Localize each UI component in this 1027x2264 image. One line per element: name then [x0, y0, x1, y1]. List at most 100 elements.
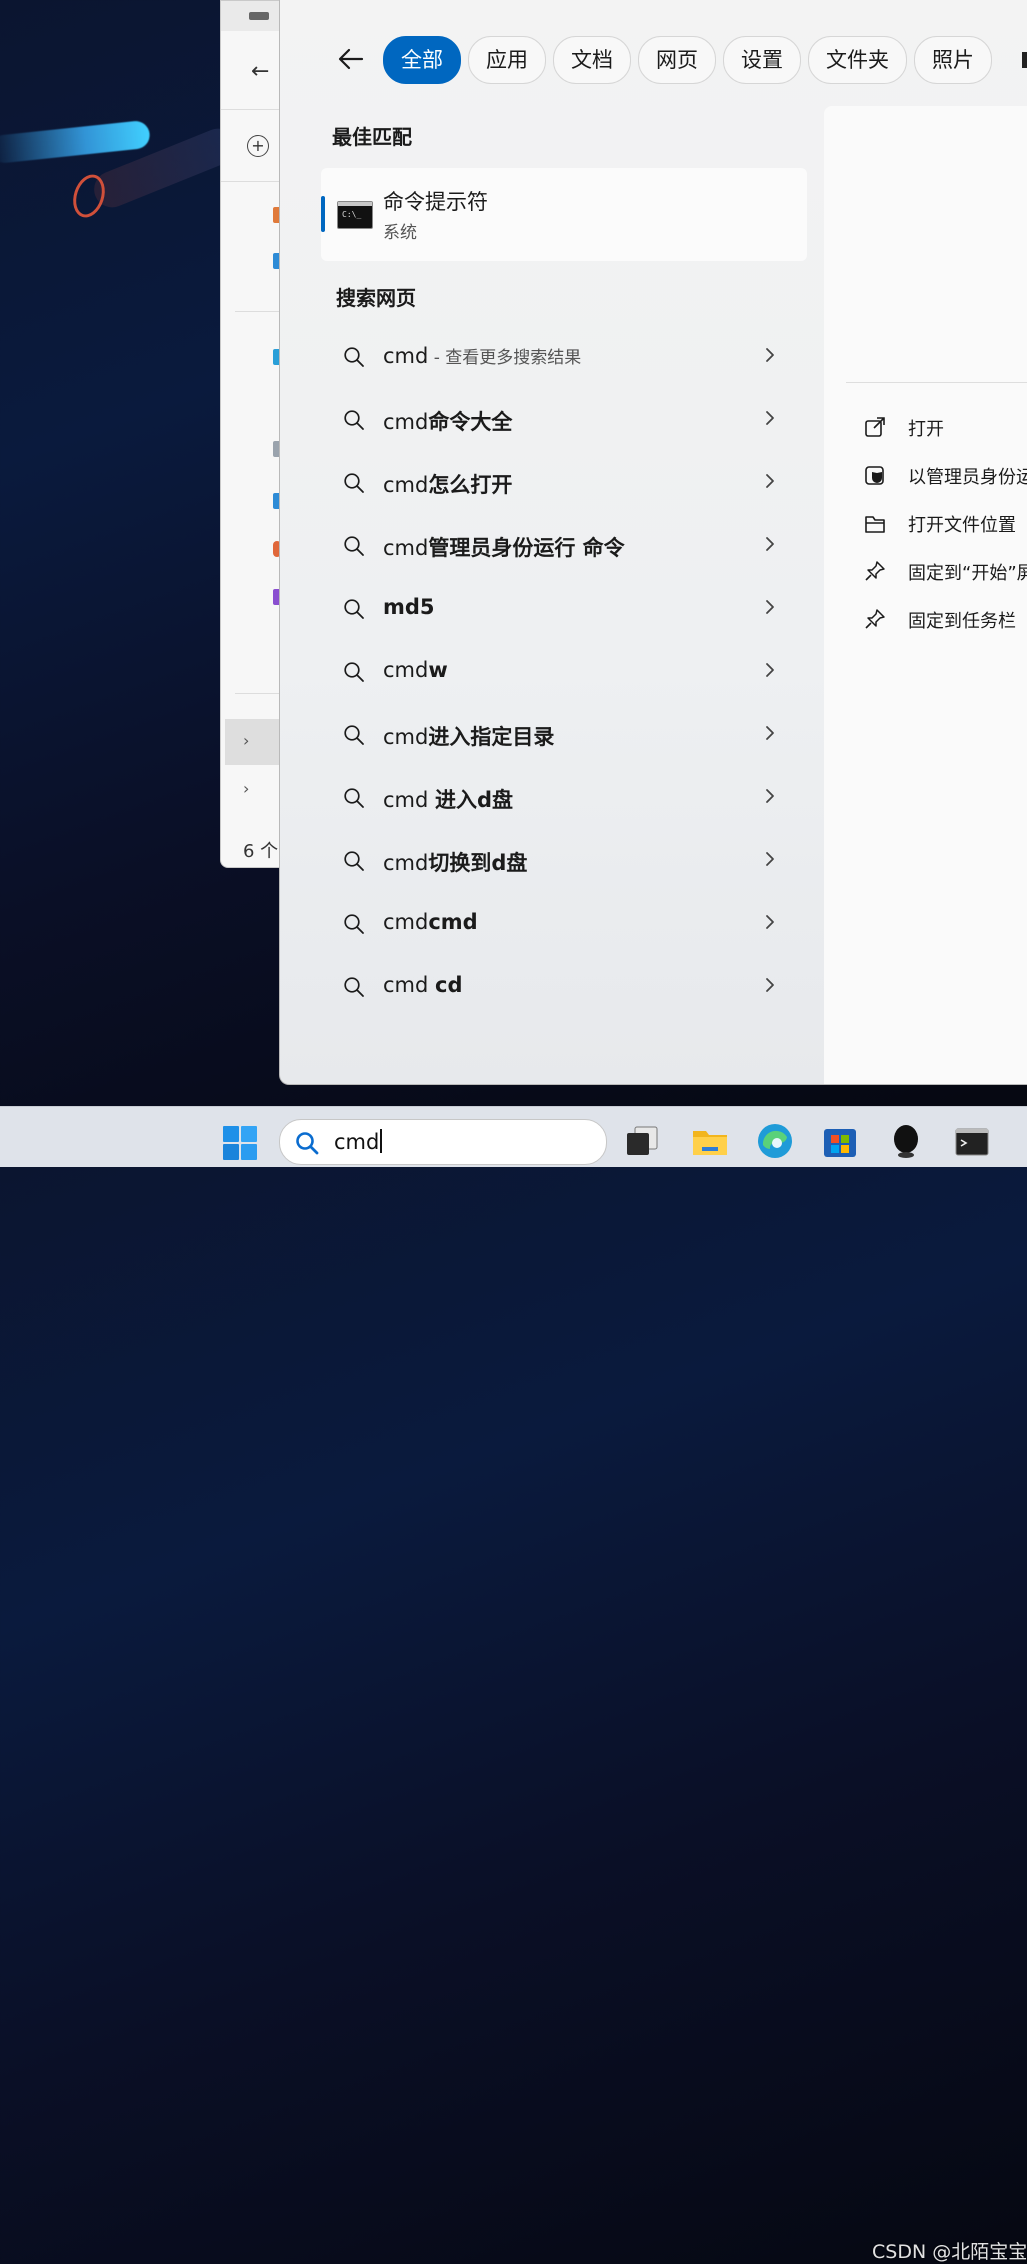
tab-folders[interactable]: 文件夹 [808, 36, 907, 84]
chevron-right-icon[interactable] [763, 723, 777, 743]
web-search-result[interactable]: cmd进入指定目录 [321, 703, 807, 766]
chevron-right-icon[interactable] [763, 912, 777, 932]
result-hint: - 查看更多搜索结果 [428, 348, 582, 368]
tab-documents[interactable]: 文档 [553, 36, 631, 84]
action-item[interactable]: 固定到任务栏 [864, 604, 1027, 634]
search-icon [344, 725, 364, 745]
result-text: cmd命令大全 [383, 406, 512, 436]
microsoft-store-icon[interactable] [820, 1121, 860, 1161]
chevron-right-icon[interactable] [763, 408, 777, 428]
command-prompt-icon: C:\_ [337, 201, 373, 229]
back-arrow-icon[interactable] [336, 44, 366, 74]
result-suggestion: 怎么打开 [428, 473, 513, 497]
search-icon [344, 662, 364, 682]
tab-settings[interactable]: 设置 [723, 36, 801, 84]
admin-shield-icon [865, 466, 884, 485]
chevron-right-icon[interactable] [763, 597, 777, 617]
result-text: cmdcmd [383, 910, 478, 934]
open-external-icon [865, 417, 885, 437]
web-search-result[interactable]: cmd 进入d盘 [321, 766, 807, 829]
action-label: 打开文件位置 [908, 515, 1016, 536]
result-text: cmd 进入d盘 [383, 784, 513, 814]
result-text: cmd切换到d盘 [383, 847, 527, 877]
web-search-result[interactable]: cmd怎么打开 [321, 451, 807, 514]
result-query: cmd [383, 473, 429, 497]
action-item[interactable]: 打开文件位置 [864, 508, 1027, 538]
explorer-new-button[interactable]: + [247, 135, 269, 157]
web-search-result[interactable]: cmdcmd [321, 892, 807, 955]
search-icon [344, 977, 364, 997]
start-search-panel: 全部 应用 文档 网页 设置 文件夹 照片 最佳匹配 C:\_ 命令提示符 系统… [279, 0, 1027, 1085]
result-suggestion: 进入指定目录 [428, 725, 555, 749]
folder-icon [865, 516, 885, 533]
search-icon [296, 1132, 319, 1155]
pin-icon [865, 609, 885, 629]
taskbar-search-input[interactable]: cmd [279, 1119, 607, 1165]
command-prompt-taskbar-icon[interactable] [952, 1121, 992, 1161]
file-explorer-icon[interactable] [690, 1121, 730, 1161]
filter-tabs: 全部 应用 文档 网页 设置 文件夹 照片 [383, 36, 992, 84]
search-icon [344, 851, 364, 871]
best-match-heading: 最佳匹配 [332, 125, 412, 149]
search-query-text: cmd [334, 1130, 380, 1154]
result-suggestion: 命令大全 [428, 410, 513, 434]
action-item[interactable]: 固定到“开始”屏 [864, 556, 1027, 586]
result-text: cmd - 查看更多搜索结果 [383, 343, 581, 368]
tab-web[interactable]: 网页 [638, 36, 716, 84]
best-match-item[interactable]: C:\_ 命令提示符 系统 [321, 168, 807, 261]
web-search-results: cmd - 查看更多搜索结果 cmd命令大全 cmd怎么打开 cmd管理员身份运行 命… [321, 325, 807, 1018]
task-view-icon[interactable] [622, 1121, 662, 1161]
result-suggestion: 进入d盘 [435, 788, 514, 812]
result-query: cmd [383, 725, 429, 749]
web-search-result[interactable]: cmd管理员身份运行 命令 [321, 514, 807, 577]
result-suggestion: md5 [383, 595, 435, 619]
explorer-back-button[interactable]: ← [251, 59, 269, 84]
web-search-result[interactable]: cmd切换到d盘 [321, 829, 807, 892]
chevron-right-icon[interactable] [763, 849, 777, 869]
result-query: cmd [383, 973, 436, 997]
tab-photos[interactable]: 照片 [914, 36, 992, 84]
pinned-app-icon[interactable] [886, 1121, 926, 1161]
result-query: cmd [383, 851, 429, 875]
result-suggestion: cd [435, 973, 463, 997]
result-query: cmd [383, 410, 429, 434]
tab-apps[interactable]: 应用 [468, 36, 546, 84]
windows-start-icon[interactable] [222, 1125, 258, 1161]
chevron-right-icon[interactable]: › [243, 731, 249, 750]
result-suggestion: cmd [428, 910, 478, 934]
explorer-status-count: 6 个 [243, 841, 279, 862]
chevron-right-icon[interactable]: › [243, 779, 249, 798]
result-query: cmd [383, 536, 429, 560]
chevron-right-icon[interactable] [763, 471, 777, 491]
web-search-result[interactable]: md5 [321, 577, 807, 640]
more-filters-icon[interactable] [1022, 52, 1027, 68]
result-text: cmd cd [383, 973, 463, 997]
chevron-right-icon[interactable] [763, 345, 777, 365]
taskbar: cmd CSDN @北陌宝宝 [0, 1106, 1027, 2263]
chevron-right-icon[interactable] [763, 660, 777, 680]
chevron-right-icon[interactable] [763, 786, 777, 806]
tab-all[interactable]: 全部 [383, 36, 461, 84]
divider [846, 382, 1027, 383]
web-search-result[interactable]: cmd cd [321, 955, 807, 1018]
action-item[interactable]: 打开 [864, 412, 1027, 442]
search-icon [344, 473, 364, 493]
action-label: 以管理员身份运 [908, 467, 1027, 488]
selection-indicator [321, 196, 325, 232]
best-match-app-name: 命令提示符 [383, 190, 488, 214]
web-search-result[interactable]: cmdw [321, 640, 807, 703]
result-query: cmd [383, 788, 436, 812]
chevron-right-icon[interactable] [763, 975, 777, 995]
chevron-right-icon[interactable] [763, 534, 777, 554]
result-suggestion: w [428, 658, 448, 682]
result-query: cmd [383, 658, 429, 682]
search-icon [344, 347, 364, 367]
result-text: cmdw [383, 658, 448, 682]
web-search-result[interactable]: cmd - 查看更多搜索结果 [321, 325, 807, 388]
action-item[interactable]: 以管理员身份运 [864, 460, 1027, 490]
result-text: md5 [383, 595, 435, 619]
search-icon [344, 788, 364, 808]
search-icon [344, 536, 364, 556]
web-search-result[interactable]: cmd命令大全 [321, 388, 807, 451]
edge-browser-icon[interactable] [755, 1121, 795, 1161]
